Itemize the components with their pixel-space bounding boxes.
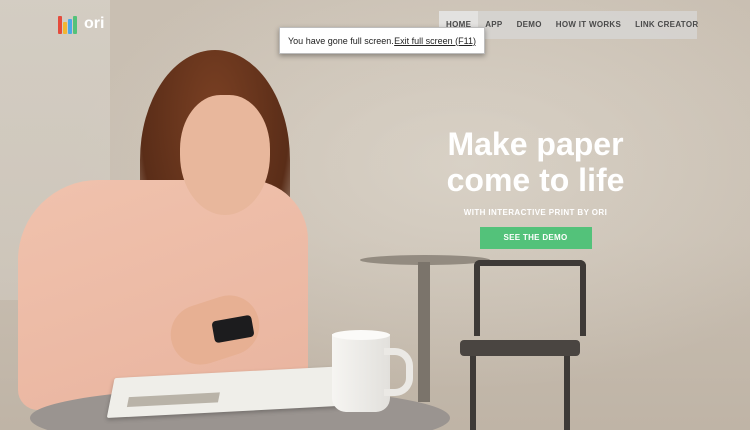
brand-name: ori: [84, 15, 105, 32]
background-chair: [460, 260, 586, 430]
brand-logo[interactable]: ori: [58, 14, 104, 34]
ori-logo-icon: [58, 14, 78, 34]
fullscreen-notice: You have gone full screen. Exit full scr…: [279, 27, 485, 54]
fullscreen-message: You have gone full screen.: [288, 35, 394, 46]
coffee-cup-image: [332, 330, 413, 412]
hero-photo-woman: [0, 0, 330, 430]
nav-item-how-it-works[interactable]: HOW IT WORKS: [549, 11, 628, 39]
nav-item-link-creator[interactable]: LINK CREATOR: [628, 11, 705, 39]
hero-title-line1: Make paper: [447, 126, 624, 162]
hero-title-line2: come to life: [446, 162, 625, 198]
hero-section: Make paper come to life WITH INTERACTIVE…: [428, 126, 643, 249]
exit-fullscreen-link[interactable]: Exit full screen (F11): [394, 36, 476, 46]
hero-title: Make paper come to life: [428, 126, 643, 198]
see-the-demo-button[interactable]: SEE THE DEMO: [479, 227, 592, 249]
nav-item-demo[interactable]: DEMO: [510, 11, 549, 39]
hero-background: ori HOME APP DEMO HOW IT WORKS LINK CREA…: [0, 0, 750, 430]
hero-subtitle: WITH INTERACTIVE PRINT BY ORI: [463, 208, 608, 217]
background-table-leg: [418, 262, 430, 402]
